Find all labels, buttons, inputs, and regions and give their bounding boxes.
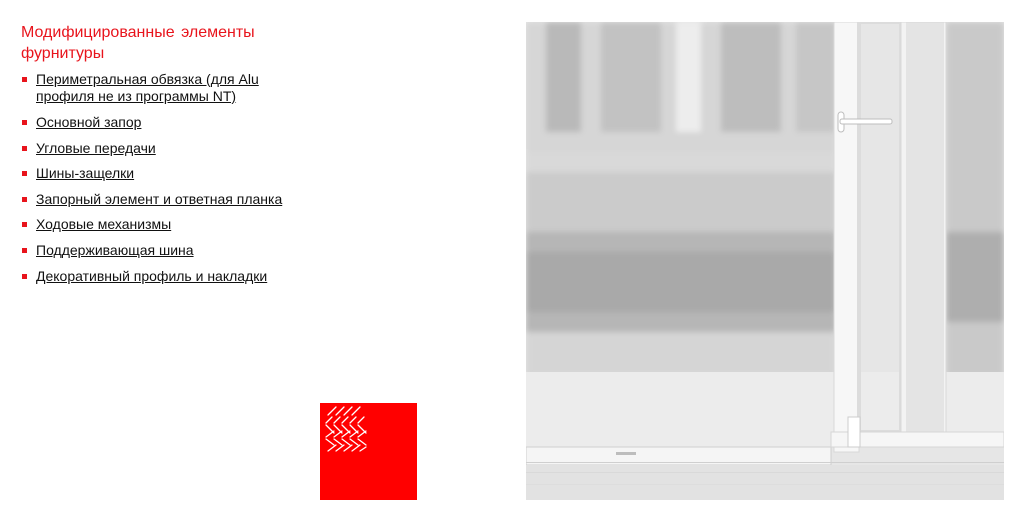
item-link-locking-element[interactable]: Запорный элемент и ответная планка bbox=[36, 191, 282, 208]
square-bullet-icon bbox=[22, 171, 27, 176]
hatch-pattern-logo bbox=[320, 403, 417, 500]
item-link-main-lock[interactable]: Основной запор bbox=[36, 114, 141, 131]
item-link-support-rail[interactable]: Поддерживающая шина bbox=[36, 242, 194, 259]
sliding-door-image bbox=[526, 22, 1004, 500]
square-bullet-icon bbox=[22, 77, 27, 82]
item-link-running-gear[interactable]: Ходовые механизмы bbox=[36, 216, 171, 233]
square-bullet-icon bbox=[22, 120, 27, 125]
item-link-decorative-profile[interactable]: Декоративный профиль и накладки bbox=[36, 268, 267, 285]
square-bullet-icon bbox=[22, 146, 27, 151]
item-link-latch-rails[interactable]: Шины-защелки bbox=[36, 165, 134, 182]
section-title: Модифицированные элементы фурнитуры bbox=[21, 24, 255, 62]
item-link-corner-drives[interactable]: Угловые передачи bbox=[36, 140, 156, 157]
list-item: Периметральная обвязка (для Alu профиля … bbox=[21, 71, 321, 107]
square-bullet-icon bbox=[22, 274, 27, 279]
square-bullet-icon bbox=[22, 222, 27, 227]
item-link-perimeter-frame[interactable]: Периметральная обвязка (для Alu профиля … bbox=[36, 71, 286, 105]
square-bullet-icon bbox=[22, 197, 27, 202]
hatch-pattern-icon bbox=[325, 406, 367, 452]
square-bullet-icon bbox=[22, 248, 27, 253]
sliding-door-photo bbox=[526, 22, 1004, 500]
